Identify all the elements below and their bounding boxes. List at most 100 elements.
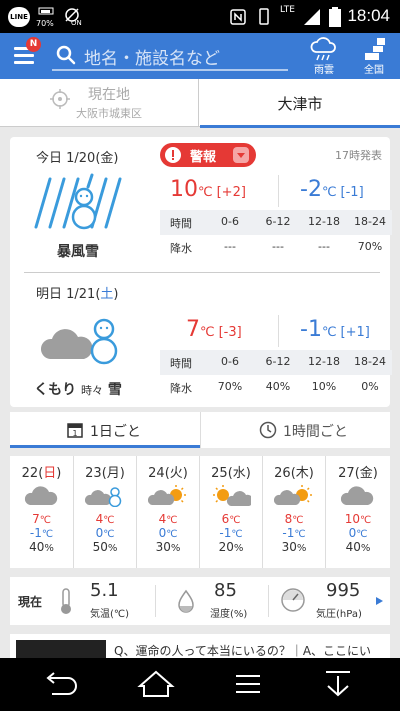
- nfc-icon: [228, 7, 248, 27]
- week-pop: 40%: [29, 540, 54, 554]
- cloud-sun-icon: [147, 485, 186, 505]
- japan-map-icon: [365, 38, 385, 60]
- forecast-card: 警報 17時発表 今日 1/20(金) 暴風雪 10℃ [+2] -2℃ [-1] …: [10, 137, 392, 407]
- week-day[interactable]: 27(金) 10℃ 0℃ 40%: [325, 456, 390, 568]
- rain-table: 時間 0-6 6-12 12-18 18-24 降水 --- --- --- 7…: [160, 210, 392, 260]
- back-arrow-icon: [46, 672, 77, 695]
- selected-location-label: 大津市: [277, 95, 323, 113]
- svg-text:1: 1: [72, 429, 77, 438]
- chevron-right-icon[interactable]: [374, 596, 384, 606]
- week-weekday: 火: [169, 466, 183, 481]
- week-pop: 50%: [92, 540, 118, 554]
- rain-cloud-button[interactable]: 雨雲: [302, 37, 346, 77]
- cloud-snowman-icon: [84, 487, 122, 508]
- current-pressure: 995: [326, 580, 361, 601]
- forecast-high: 7℃ [-3]: [186, 317, 242, 342]
- week-weekday: 水: [232, 466, 246, 481]
- current-location-sub: 大阪市城東区: [76, 107, 142, 120]
- rain-header-row: 時間 0-6 6-12 12-18 18-24: [160, 210, 392, 235]
- week-high: 8℃: [284, 512, 304, 526]
- back-button[interactable]: [38, 668, 82, 700]
- week-date: 22(日): [21, 466, 62, 481]
- search-input[interactable]: 地名・施設名など: [52, 39, 288, 71]
- week-day[interactable]: 22(日) 7℃ -1℃ 40%: [10, 456, 73, 568]
- week-low: 0℃: [95, 526, 115, 540]
- sun-cloud-icon: [213, 485, 254, 506]
- week-day[interactable]: 24(火) 4℃ 0℃ 30%: [136, 456, 199, 568]
- week-high: 4℃: [158, 512, 178, 526]
- current-temp: 5.1: [90, 580, 119, 601]
- tab-daily-label: 1日ごと: [90, 424, 141, 440]
- rain-header-row: 時間 0-6 6-12 12-18 18-24: [160, 350, 392, 375]
- news-thumbnail: [16, 640, 106, 658]
- forecast-condition: くもり 時々 雪: [34, 382, 122, 398]
- tab-hourly[interactable]: 1時間ごと: [200, 412, 390, 448]
- week-high: 10℃: [344, 512, 372, 526]
- recents-button[interactable]: [226, 668, 270, 700]
- tab-current-location[interactable]: 現在地 大阪市城東区: [0, 79, 199, 127]
- new-badge: N: [26, 37, 41, 52]
- news-text: Q、運命の人って本当にいるの？｜A、ここにい: [114, 644, 372, 658]
- week-weekday: 木: [295, 466, 309, 481]
- week-pop: 20%: [218, 540, 244, 554]
- week-low: 0℃: [158, 526, 178, 540]
- calendar-icon: 1: [67, 423, 83, 438]
- week-high: 6℃: [221, 512, 241, 526]
- humidity-drop-icon: [178, 589, 194, 613]
- tab-selected-location[interactable]: 大津市: [200, 79, 400, 128]
- forecast-weekday: 金: [100, 151, 114, 166]
- forecast-condition: 暴風雪: [57, 244, 99, 260]
- battery-icon: [328, 7, 342, 27]
- week-day[interactable]: 26(木) 8℃ -1℃ 30%: [262, 456, 325, 568]
- cloud-sun-icon: [273, 485, 312, 505]
- nationwide-button[interactable]: 全国: [352, 37, 396, 77]
- week-date: 27(金): [338, 466, 378, 481]
- week-day[interactable]: 25(水) 6℃ -1℃ 20%: [199, 456, 262, 568]
- search-placeholder: 地名・施設名など: [84, 49, 220, 69]
- week-pop: 40%: [345, 540, 371, 554]
- week-high: 7℃: [32, 512, 51, 526]
- forecast-tomorrow: 明日 1/21(土) くもり 時々 雪 7℃ [-3] -1℃ [+1] 時間 0-…: [10, 273, 392, 407]
- current-temp-label: 気温(℃): [90, 609, 130, 620]
- nationwide-label: 全国: [364, 65, 384, 76]
- current-location-label: 現在地: [88, 87, 130, 103]
- rain-cloud-label: 雨雲: [314, 65, 334, 76]
- tab-daily[interactable]: 1 1日ごと: [10, 412, 200, 448]
- home-button[interactable]: [134, 668, 178, 700]
- forecast-weekday: 土: [100, 287, 114, 302]
- snowstorm-snowman-icon: [34, 173, 122, 230]
- week-weekday: 金: [359, 466, 373, 481]
- forecast-low: -2℃ [-1]: [300, 177, 364, 202]
- week-date: 24(火): [148, 466, 188, 481]
- week-low: -1℃: [29, 526, 54, 540]
- barometer-icon: [281, 588, 305, 612]
- cloud-icon: [24, 486, 57, 505]
- forecast-high-diff: [-3]: [218, 325, 242, 340]
- news-item[interactable]: Q、運命の人って本当にいるの？｜A、ここにい: [10, 634, 390, 658]
- location-tabs: 現在地 大阪市城東区 大津市: [0, 79, 400, 128]
- crosshair-icon: [50, 89, 70, 109]
- week-low: -1℃: [219, 526, 243, 540]
- week-weekday: 月: [106, 466, 120, 481]
- forecast-low-diff: [+1]: [340, 325, 370, 340]
- week-day[interactable]: 23(月) 4℃ 0℃ 50%: [73, 456, 136, 568]
- rain-table: 時間 0-6 6-12 12-18 18-24 降水 70% 40% 10% 0…: [160, 350, 392, 400]
- forecast-low-diff: [-1]: [340, 185, 364, 200]
- week-weekday: 日: [43, 466, 57, 481]
- current-conditions[interactable]: 現在 5.1 気温(℃) 85 湿度(%) 995 気圧(hPa): [10, 577, 390, 625]
- week-low: -1℃: [282, 526, 306, 540]
- pull-down-icon: [326, 671, 350, 697]
- week-pop: 30%: [281, 540, 307, 554]
- current-label: 現在: [18, 595, 43, 609]
- notifications-button[interactable]: [316, 668, 360, 700]
- line-app-icon: LINE: [8, 7, 30, 27]
- current-pressure-label: 気圧(hPa): [316, 609, 362, 620]
- week-pop: 30%: [155, 540, 181, 554]
- week-date: 25(水): [211, 466, 251, 481]
- forecast-low: -1℃ [+1]: [300, 317, 370, 342]
- cloud-icon: [340, 486, 374, 505]
- forecast-high-diff: [+2]: [216, 185, 246, 200]
- rain-values-row: 降水 70% 40% 10% 0%: [170, 380, 379, 395]
- clock: 18:04: [347, 6, 390, 25]
- clock-icon: [259, 421, 277, 439]
